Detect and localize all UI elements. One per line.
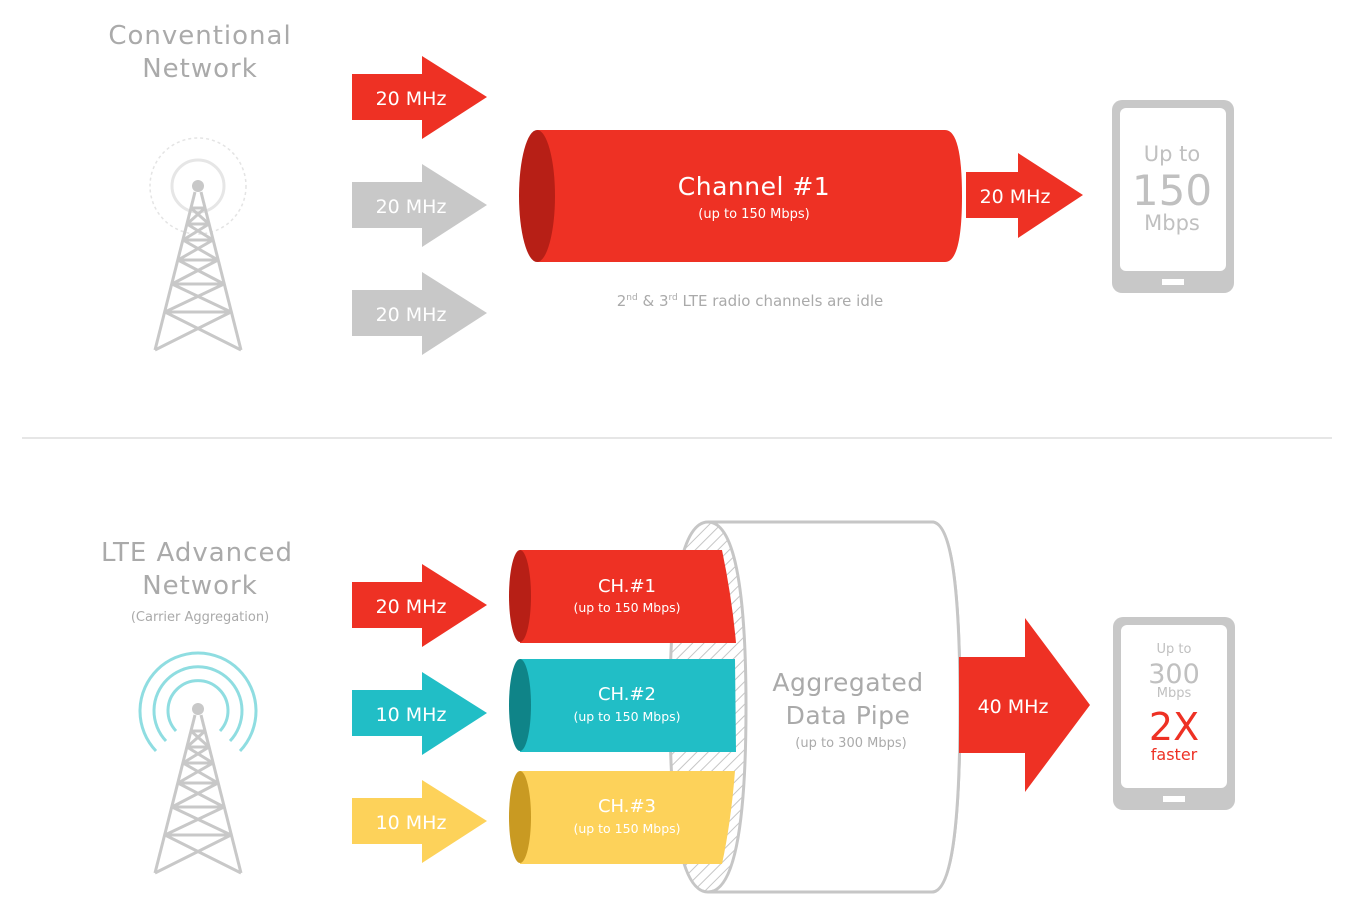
- conventional-input-arrow-2: 20 MHz: [352, 164, 487, 247]
- conventional-input-label-2: 20 MHz: [376, 196, 447, 218]
- ch3-subtitle: (up to 150 Mbps): [573, 821, 680, 836]
- conventional-output-arrow: 20 MHz: [966, 153, 1083, 238]
- pipe-title-line2: Data Pipe: [786, 701, 911, 730]
- advanced-output-label: 40 MHz: [978, 696, 1049, 718]
- advanced-title-line1: LTE Advanced: [101, 538, 293, 568]
- channel-1-title: Channel #1: [678, 172, 830, 201]
- advanced-output-arrow: 40 MHz: [959, 618, 1090, 792]
- pipe-subtitle: (up to 300 Mbps): [795, 736, 906, 751]
- device-adv-line1: Up to: [1157, 642, 1192, 657]
- device-speed: 150: [1132, 166, 1212, 215]
- advanced-input-label-3: 10 MHz: [376, 812, 447, 834]
- ch2-title: CH.#2: [598, 684, 656, 705]
- conventional-title-line2: Network: [142, 54, 258, 84]
- tower-signal-icon: [138, 651, 258, 875]
- ch1-title: CH.#1: [598, 576, 656, 597]
- conventional-input-label-1: 20 MHz: [376, 88, 447, 110]
- device-adv-multiplier: 2X: [1149, 705, 1199, 749]
- device-line3: Mbps: [1144, 211, 1200, 235]
- conventional-section: Conventional Network 20 MHz 20 MHz 20 MH…: [108, 21, 1234, 355]
- tower-icon: [149, 137, 247, 352]
- device-line1: Up to: [1144, 142, 1200, 166]
- advanced-input-arrow-2: 10 MHz: [352, 672, 487, 755]
- conventional-input-label-3: 20 MHz: [376, 304, 447, 326]
- conventional-input-arrow-1: 20 MHz: [352, 56, 487, 139]
- ch2-cylinder: CH.#2 (up to 150 Mbps): [509, 659, 736, 752]
- tablet-icon: Up to 150 Mbps: [1112, 100, 1234, 293]
- device-adv-line3: Mbps: [1157, 686, 1192, 701]
- ch1-cylinder: CH.#1 (up to 150 Mbps): [509, 550, 736, 643]
- advanced-input-label-1: 20 MHz: [376, 596, 447, 618]
- ch1-subtitle: (up to 150 Mbps): [573, 600, 680, 615]
- advanced-input-arrow-3: 10 MHz: [352, 780, 487, 863]
- channel-1-cylinder: Channel #1 (up to 150 Mbps): [519, 130, 962, 262]
- advanced-title-line2: Network: [142, 571, 258, 601]
- advanced-subtitle: (Carrier Aggregation): [131, 610, 269, 625]
- channel-1-subtitle: (up to 150 Mbps): [698, 207, 809, 222]
- advanced-section: LTE Advanced Network (Carrier Aggregatio…: [101, 520, 1235, 894]
- conventional-input-arrow-3: 20 MHz: [352, 272, 487, 355]
- conventional-title-line1: Conventional: [108, 21, 291, 51]
- ch3-title: CH.#3: [598, 796, 656, 817]
- device-adv-faster: faster: [1151, 745, 1198, 764]
- ch3-cylinder: CH.#3 (up to 150 Mbps): [509, 771, 735, 864]
- advanced-input-arrow-1: 20 MHz: [352, 564, 487, 647]
- tablet-icon-advanced: Up to 300 Mbps 2X faster: [1113, 617, 1235, 810]
- carrier-aggregation-diagram: Conventional Network 20 MHz 20 MHz 20 MH…: [22, 21, 1332, 894]
- ch2-subtitle: (up to 150 Mbps): [573, 709, 680, 724]
- conventional-output-label: 20 MHz: [980, 186, 1051, 208]
- advanced-input-label-2: 10 MHz: [376, 704, 447, 726]
- idle-channels-note: 2nd & 3rd LTE radio channels are idle: [617, 292, 884, 310]
- pipe-title-line1: Aggregated: [772, 668, 923, 697]
